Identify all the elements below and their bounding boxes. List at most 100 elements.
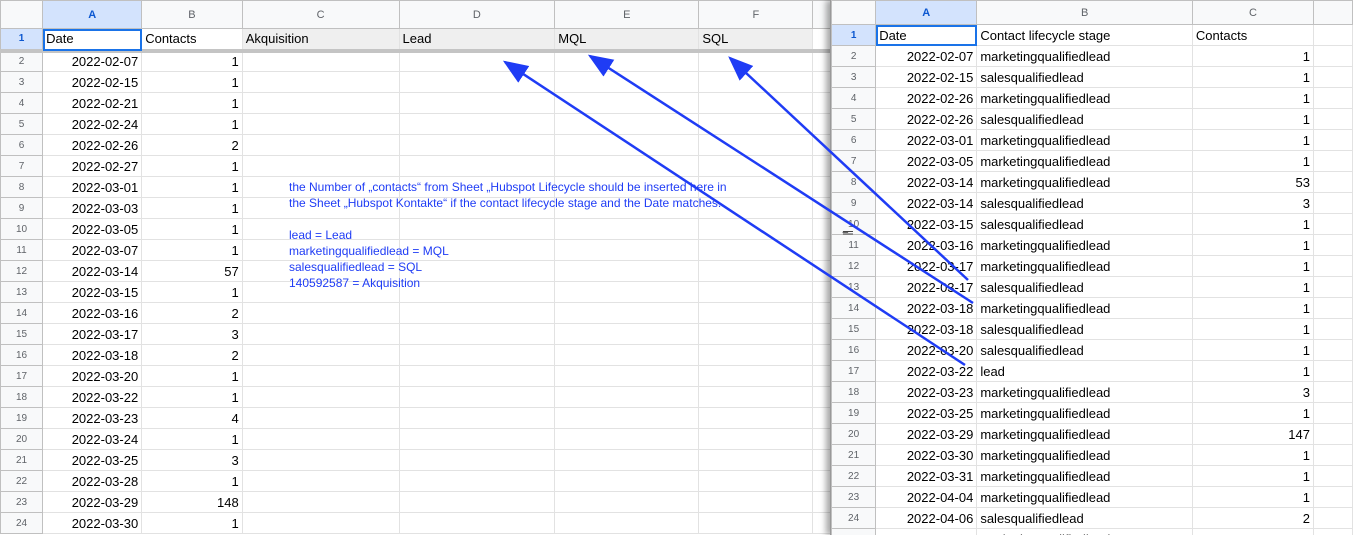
empty-cell[interactable]	[698, 449, 814, 471]
contacts-cell[interactable]: 1	[141, 428, 243, 450]
empty-cell[interactable]	[1312, 87, 1353, 109]
empty-cell[interactable]	[554, 155, 700, 177]
stage-cell[interactable]: marketingqualifiedlead	[976, 87, 1193, 109]
contacts-cell[interactable]: 2	[1191, 507, 1314, 529]
date-cell[interactable]: 2022-02-07	[42, 50, 143, 72]
date-cell[interactable]: 2022-02-24	[42, 113, 143, 135]
stage-cell[interactable]: marketingqualifiedlead	[976, 528, 1193, 535]
empty-cell[interactable]	[241, 302, 400, 324]
date-cell[interactable]: 2022-03-16	[42, 302, 143, 324]
date-cell[interactable]: 2022-03-07	[42, 239, 143, 261]
empty-cell[interactable]	[1312, 276, 1353, 298]
empty-cell[interactable]	[241, 428, 400, 450]
drag-handle-icon[interactable]: ═ ‾	[843, 225, 859, 245]
date-cell[interactable]: 2022-03-20	[42, 365, 143, 387]
empty-cell[interactable]	[554, 50, 700, 72]
stage-cell[interactable]: marketingqualifiedlead	[976, 486, 1193, 508]
contacts-cell[interactable]: 1	[141, 386, 243, 408]
empty-cell[interactable]	[1312, 339, 1353, 361]
empty-cell[interactable]	[398, 365, 556, 387]
date-cell[interactable]: 2022-02-07	[875, 45, 978, 67]
contacts-cell[interactable]: 1	[1191, 45, 1314, 67]
empty-cell[interactable]	[698, 302, 814, 324]
stage-cell[interactable]: marketingqualifiedlead	[976, 45, 1193, 67]
empty-cell[interactable]	[1312, 150, 1353, 172]
column-header-C[interactable]: C	[241, 0, 400, 29]
corner-cell[interactable]	[831, 0, 877, 25]
row-number[interactable]: 19	[0, 407, 44, 429]
empty-cell[interactable]	[398, 407, 556, 429]
column-header-F[interactable]: F	[698, 0, 814, 29]
header-cell-sql[interactable]: SQL	[698, 28, 814, 53]
date-cell[interactable]: 2022-03-16	[875, 234, 978, 256]
row-number[interactable]: 9	[831, 192, 877, 214]
empty-cell[interactable]	[554, 134, 700, 156]
empty-cell[interactable]	[1312, 444, 1353, 466]
contacts-cell[interactable]: 1	[141, 92, 243, 114]
row-number[interactable]: 1	[831, 24, 877, 46]
row-number[interactable]: 15	[831, 318, 877, 340]
empty-cell[interactable]	[398, 92, 556, 114]
contacts-cell[interactable]: 148	[141, 491, 243, 513]
row-number[interactable]: 16	[831, 339, 877, 361]
empty-cell[interactable]	[1312, 234, 1353, 256]
empty-cell[interactable]	[241, 71, 400, 93]
date-cell[interactable]: 2022-03-17	[42, 323, 143, 345]
empty-cell[interactable]	[241, 512, 400, 534]
date-cell[interactable]: 2022-03-30	[42, 512, 143, 534]
date-cell[interactable]: 2022-02-26	[42, 134, 143, 156]
contacts-cell[interactable]: 1	[1191, 465, 1314, 487]
empty-cell[interactable]	[698, 407, 814, 429]
empty-cell[interactable]	[1312, 255, 1353, 277]
column-header-B[interactable]: B	[141, 0, 243, 29]
row-number[interactable]: 5	[0, 113, 44, 135]
empty-cell[interactable]	[241, 365, 400, 387]
row-number[interactable]: 11	[0, 239, 44, 261]
date-cell[interactable]: 2022-03-22	[875, 360, 978, 382]
date-cell[interactable]: 2022-02-26	[875, 87, 978, 109]
empty-cell[interactable]	[398, 344, 556, 366]
row-number[interactable]: 15	[0, 323, 44, 345]
empty-cell[interactable]	[398, 113, 556, 135]
row-number[interactable]: 8	[0, 176, 44, 198]
contacts-cell[interactable]: 1	[1191, 213, 1314, 235]
row-number[interactable]: 17	[831, 360, 877, 382]
empty-cell[interactable]	[698, 50, 814, 72]
header-cell[interactable]: Contacts	[1191, 24, 1314, 46]
empty-cell[interactable]	[241, 155, 400, 177]
stage-cell[interactable]: lead	[976, 360, 1193, 382]
row-number[interactable]: 20	[0, 428, 44, 450]
date-cell[interactable]: 2022-03-18	[42, 344, 143, 366]
empty-cell[interactable]	[554, 470, 700, 492]
empty-cell[interactable]	[554, 407, 700, 429]
contacts-cell[interactable]: 57	[141, 260, 243, 282]
row-number[interactable]: 2	[831, 45, 877, 67]
date-cell[interactable]: 2022-03-05	[42, 218, 143, 240]
row-number[interactable]: 20	[831, 423, 877, 445]
contacts-cell[interactable]: 1	[141, 71, 243, 93]
contacts-cell[interactable]: 1	[141, 113, 243, 135]
empty-cell[interactable]	[698, 365, 814, 387]
empty-cell[interactable]	[554, 428, 700, 450]
empty-cell[interactable]	[1312, 297, 1353, 319]
date-cell[interactable]: 2022-03-20	[875, 339, 978, 361]
date-cell[interactable]: 2022-03-03	[42, 197, 143, 219]
empty-cell[interactable]	[1312, 192, 1353, 214]
contacts-cell[interactable]: 1	[1191, 402, 1314, 424]
stage-cell[interactable]: salesqualifiedlead	[976, 66, 1193, 88]
date-cell[interactable]: 2022-03-14	[42, 260, 143, 282]
row-number[interactable]: 10	[0, 218, 44, 240]
row-number[interactable]: 3	[831, 66, 877, 88]
empty-cell[interactable]	[698, 155, 814, 177]
contacts-cell[interactable]: 2	[141, 134, 243, 156]
contacts-cell[interactable]: 3	[141, 323, 243, 345]
cell[interactable]	[1312, 24, 1353, 46]
contacts-cell[interactable]: 1	[141, 176, 243, 198]
header-cell[interactable]: Contact lifecycle stage	[976, 24, 1193, 46]
row-number[interactable]: 23	[0, 491, 44, 513]
row-number[interactable]: 21	[0, 449, 44, 471]
empty-cell[interactable]	[1312, 171, 1353, 193]
date-cell[interactable]: 2022-03-29	[42, 491, 143, 513]
stage-cell[interactable]: marketingqualifiedlead	[976, 255, 1193, 277]
empty-cell[interactable]	[241, 323, 400, 345]
